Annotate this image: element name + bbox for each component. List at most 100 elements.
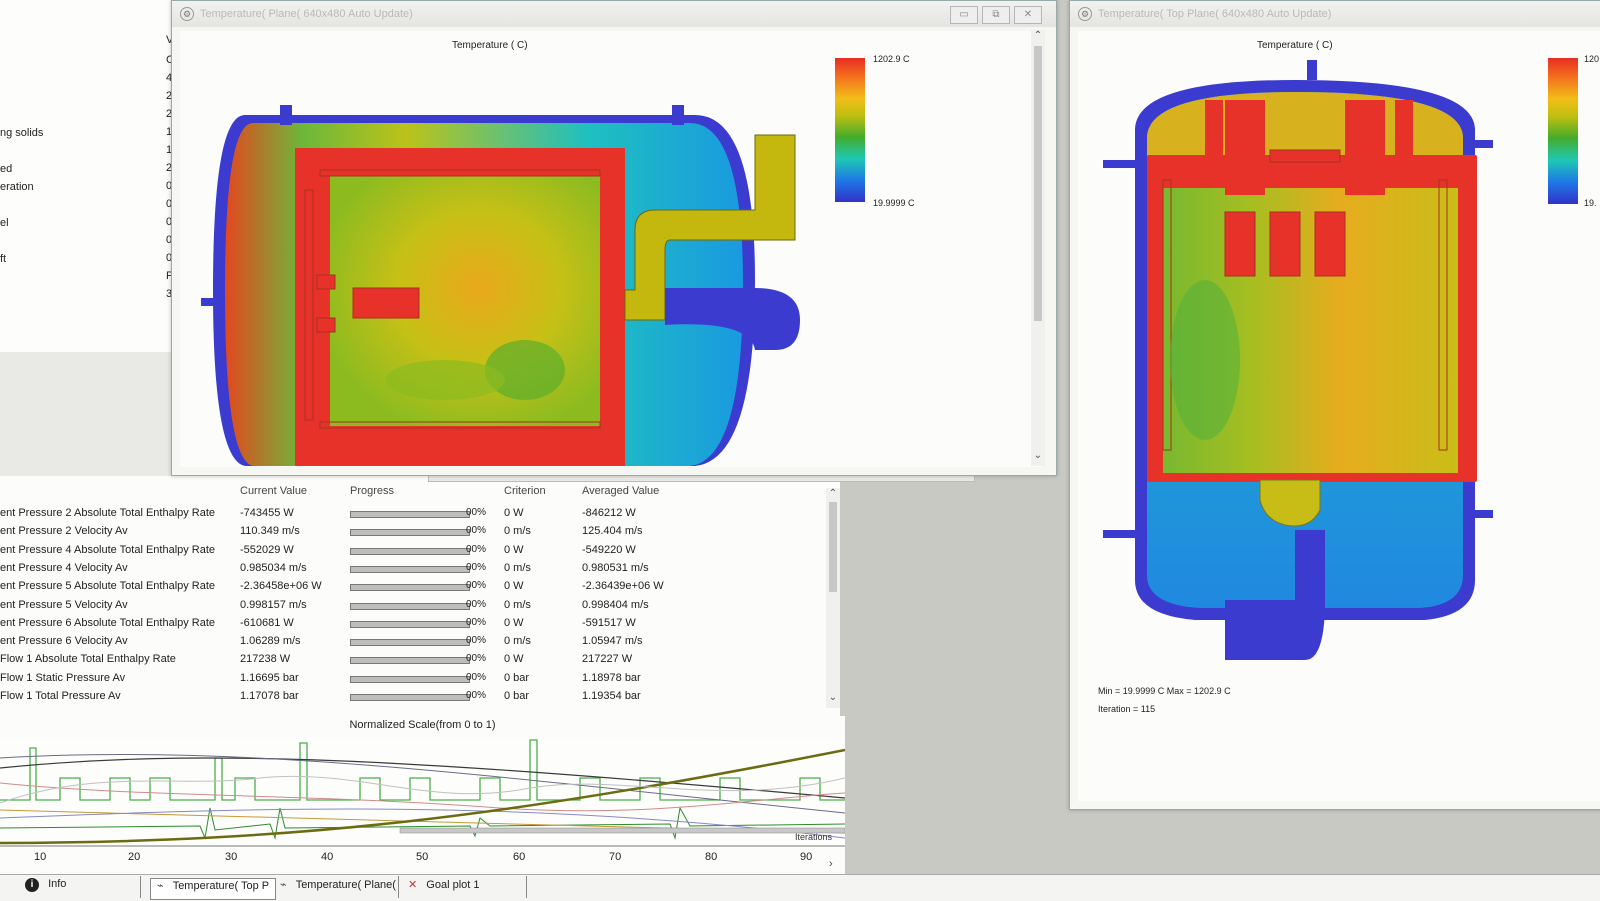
goal-criterion: 0 m/s bbox=[504, 525, 531, 537]
progress-fill bbox=[351, 585, 469, 590]
goal-progress-bar bbox=[350, 548, 470, 555]
tab-label: Temperature( Plane( bbox=[295, 879, 396, 891]
goal-criterion: 0 W bbox=[504, 544, 524, 556]
column-header-current-value[interactable]: Current Value bbox=[240, 485, 307, 497]
window-app-icon: ⚙ bbox=[180, 7, 194, 21]
goal-criterion: 0 W bbox=[504, 617, 524, 629]
goal-name: ent Pressure 5 Velocity Av bbox=[0, 599, 128, 611]
tab-label: Info bbox=[48, 878, 67, 890]
param-label: ft bbox=[0, 253, 7, 265]
column-header-averaged-value[interactable]: Averaged Value bbox=[582, 485, 659, 497]
goal-name: ent Pressure 6 Absolute Total Enthalpy R… bbox=[0, 617, 216, 629]
color-legend-bar bbox=[835, 58, 865, 202]
scroll-thumb[interactable] bbox=[829, 502, 837, 592]
tab-info[interactable]: i Info bbox=[25, 878, 66, 898]
legend-min-label: 19. bbox=[1584, 198, 1597, 208]
goal-progress-bar bbox=[350, 657, 470, 664]
progress-fill bbox=[351, 695, 469, 700]
goal-averaged-value: 1.18978 bar bbox=[582, 672, 641, 684]
goal-progress-percent: 00% bbox=[466, 599, 487, 610]
goal-progress-bar bbox=[350, 694, 470, 701]
scroll-thumb[interactable] bbox=[1034, 46, 1042, 321]
goal-current-value: -610681 W bbox=[240, 617, 294, 629]
plot-scrollbar[interactable]: ⌃ ⌄ bbox=[1031, 30, 1045, 466]
goals-scrollbar[interactable]: ⌃ ⌄ bbox=[826, 488, 840, 708]
goal-progress-bar bbox=[350, 639, 470, 646]
window-titlebar[interactable]: ⚙ Temperature( Plane( 640x480 Auto Updat… bbox=[172, 1, 1056, 27]
goal-progress-bar bbox=[350, 621, 470, 628]
tab-temperature-plane[interactable]: ⌁ Temperature( Plane( bbox=[280, 878, 396, 898]
goal-current-value: 110.349 m/s bbox=[240, 525, 300, 537]
empty-panel-area bbox=[0, 352, 175, 476]
goal-progress-percent: 00% bbox=[466, 635, 487, 646]
x-tick: 10 bbox=[34, 851, 47, 863]
plot-icon: ⌁ bbox=[157, 880, 164, 892]
goal-progress-bar bbox=[350, 566, 470, 573]
color-legend-bar bbox=[1548, 58, 1578, 204]
goal-progress-percent: 00% bbox=[466, 617, 487, 628]
tab-label: Goal plot 1 bbox=[426, 879, 480, 891]
x-tick: 80 bbox=[705, 851, 718, 863]
iteration-readout: Iteration = 115 bbox=[1098, 704, 1156, 714]
goal-current-value: 0.985034 m/s bbox=[240, 562, 307, 574]
scroll-up-arrow[interactable]: ⌃ bbox=[826, 488, 840, 499]
goal-criterion: 0 W bbox=[504, 580, 524, 592]
column-header-criterion[interactable]: Criterion bbox=[504, 485, 546, 497]
x-tick: 30 bbox=[225, 851, 238, 863]
goal-progress-percent: 00% bbox=[466, 690, 487, 701]
goal-name: Flow 1 Absolute Total Enthalpy Rate bbox=[0, 653, 176, 665]
tab-separator bbox=[526, 876, 527, 898]
x-tick: 70 bbox=[609, 851, 622, 863]
goal-current-value: 1.06289 m/s bbox=[240, 635, 301, 647]
progress-fill bbox=[351, 658, 469, 663]
x-tick: 90 bbox=[800, 851, 813, 863]
goal-progress-bar bbox=[350, 603, 470, 610]
goal-averaged-value: -2.36439e+06 W bbox=[582, 580, 664, 592]
vertical-tank-thermal-plot bbox=[1103, 60, 1493, 660]
tab-separator bbox=[398, 876, 399, 898]
progress-fill bbox=[351, 677, 469, 682]
goal-name: ent Pressure 2 Absolute Total Enthalpy R… bbox=[0, 507, 216, 519]
progress-fill bbox=[351, 640, 469, 645]
goal-name: Flow 1 Total Pressure Av bbox=[0, 690, 121, 702]
scroll-down-arrow[interactable]: ⌄ bbox=[826, 692, 840, 703]
chevron-right-icon[interactable]: › bbox=[829, 858, 833, 870]
goal-criterion: 0 m/s bbox=[504, 562, 531, 574]
x-tick: 40 bbox=[321, 851, 334, 863]
progress-fill bbox=[351, 549, 469, 554]
goal-current-value: -2.36458e+06 W bbox=[240, 580, 322, 592]
goal-current-value: 1.16695 bar bbox=[240, 672, 299, 684]
x-tick: 50 bbox=[416, 851, 429, 863]
legend-max-label: 1202.9 C bbox=[873, 54, 910, 64]
plot-title: Temperature ( C) bbox=[1257, 40, 1333, 51]
progress-fill bbox=[351, 604, 469, 609]
tab-label: Temperature( Top P bbox=[172, 880, 270, 892]
goal-progress-percent: 00% bbox=[466, 653, 487, 664]
scroll-up-arrow[interactable]: ⌃ bbox=[1031, 30, 1045, 41]
goal-progress-bar bbox=[350, 511, 470, 518]
goal-criterion: 0 bar bbox=[504, 690, 530, 702]
goal-averaged-value: -846212 W bbox=[582, 507, 636, 519]
goal-name: Flow 1 Static Pressure Av bbox=[0, 672, 126, 684]
minimize-button[interactable]: ▭ bbox=[950, 6, 978, 24]
x-axis-label: Iterations bbox=[795, 832, 833, 842]
goal-progress-percent: 00% bbox=[466, 580, 487, 591]
param-label: ed bbox=[0, 163, 13, 175]
window-titlebar[interactable]: ⚙ Temperature( Top Plane( 640x480 Auto U… bbox=[1070, 1, 1600, 27]
goal-criterion: 0 W bbox=[504, 653, 524, 665]
normalized-scale-label: Normalized Scale(from 0 to 1) bbox=[349, 719, 496, 731]
min-max-readout: Min = 19.9999 C Max = 1202.9 C bbox=[1098, 686, 1231, 696]
column-header-progress[interactable]: Progress bbox=[350, 485, 394, 497]
tab-temperature-top-plane[interactable]: ⌁ Temperature( Top P bbox=[150, 878, 277, 900]
close-button[interactable]: ✕ bbox=[1014, 6, 1042, 24]
goal-averaged-value: -591517 W bbox=[582, 617, 636, 629]
param-label: el bbox=[0, 217, 9, 229]
restore-button[interactable]: ⧉ bbox=[982, 6, 1010, 24]
scroll-down-arrow[interactable]: ⌄ bbox=[1031, 450, 1045, 461]
goal-plot-icon: ✕ bbox=[408, 879, 418, 891]
tab-goal-plot[interactable]: ✕ Goal plot 1 bbox=[408, 878, 479, 898]
goal-averaged-value: 217227 W bbox=[582, 653, 633, 665]
goal-criterion: 0 W bbox=[504, 507, 524, 519]
window-app-icon: ⚙ bbox=[1078, 7, 1092, 21]
goal-current-value: -552029 W bbox=[240, 544, 294, 556]
